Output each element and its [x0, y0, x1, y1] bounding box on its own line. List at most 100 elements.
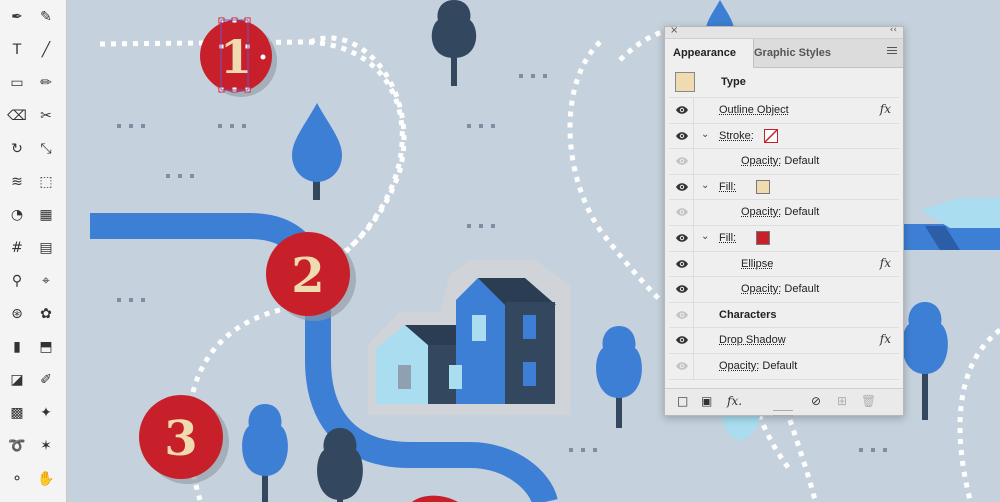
duplicate-item-icon[interactable]: ⊞ — [837, 394, 847, 408]
zoom-icon[interactable]: ⚬ — [6, 468, 28, 490]
row-label[interactable]: Drop Shadow — [719, 334, 786, 346]
row-separator — [693, 328, 694, 353]
visibility-eye-icon[interactable] — [675, 283, 689, 295]
eraser-icon[interactable]: ⌫ — [6, 105, 28, 127]
visibility-eye-icon[interactable] — [675, 309, 689, 321]
panel-title-bar[interactable]: × ‹‹ — [665, 25, 903, 39]
pattern-icon[interactable]: ▩ — [6, 402, 28, 424]
visibility-eye-icon[interactable] — [675, 181, 689, 193]
visibility-eye-icon[interactable] — [675, 232, 689, 244]
collapse-icon[interactable]: ‹‹ — [890, 25, 897, 35]
row-drop-shadow[interactable]: Drop Shadow fx — [669, 328, 899, 354]
row-outline-object[interactable]: Outline Object fx — [669, 98, 899, 124]
row-separator — [693, 123, 694, 149]
hand-icon[interactable]: ✋ — [35, 468, 57, 490]
gradient-icon[interactable]: ▤ — [35, 237, 57, 259]
type-icon[interactable]: T — [6, 39, 28, 61]
rectangle-icon[interactable]: ▭ — [6, 72, 28, 94]
visibility-eye-icon[interactable] — [675, 258, 689, 270]
add-effect-button[interactable]: fx. — [727, 394, 742, 408]
visibility-eye-icon[interactable] — [675, 360, 689, 372]
pencil-icon[interactable]: ✏ — [35, 72, 57, 94]
delete-item-icon[interactable]: 🗑 — [861, 394, 876, 408]
shape-builder-icon[interactable]: ◔ — [6, 204, 28, 226]
add-stroke-icon[interactable]: □ — [677, 394, 688, 408]
row-fill-1-opacity[interactable]: Opacity: Default — [669, 200, 899, 226]
puppet-warp-icon[interactable]: ✶ — [35, 435, 57, 457]
slice-icon[interactable]: ◪ — [6, 369, 28, 391]
row-opacity[interactable]: Opacity: Default — [669, 353, 899, 380]
panel-menu-icon[interactable] — [887, 47, 897, 57]
visibility-eye-icon[interactable] — [675, 155, 689, 167]
row-ellipse[interactable]: Ellipse fx — [669, 251, 899, 278]
row-label[interactable]: Fill: — [719, 181, 736, 193]
width-icon[interactable]: ≋ — [6, 171, 28, 193]
row-value: Default — [784, 283, 820, 296]
visibility-eye-icon[interactable] — [675, 206, 689, 218]
mesh-icon[interactable]: # — [6, 237, 28, 259]
chevron-down-icon[interactable]: ⌄ — [701, 180, 709, 191]
chevron-down-icon[interactable]: ⌄ — [701, 129, 709, 140]
tab-appearance[interactable]: Appearance — [665, 39, 754, 68]
stroke-swatch[interactable] — [764, 128, 778, 143]
close-icon[interactable]: × — [670, 25, 678, 36]
row-label[interactable]: Outline Object — [719, 104, 789, 116]
fx-icon[interactable]: fx — [880, 332, 891, 346]
tab-graphic-styles[interactable]: Graphic Styles — [746, 39, 839, 67]
row-label[interactable]: Opacity: — [741, 283, 781, 295]
row-label[interactable]: Opacity: — [741, 155, 781, 167]
artboard-icon[interactable]: ⬒ — [35, 336, 57, 358]
shaper-icon[interactable]: ✦ — [35, 402, 57, 424]
fx-icon[interactable]: fx — [880, 102, 891, 116]
panel-tabs: Appearance Graphic Styles — [665, 39, 903, 68]
fill-swatch[interactable] — [756, 179, 770, 194]
row-label[interactable]: Opacity: — [741, 206, 781, 218]
eyedropper-icon[interactable]: ⚲ — [6, 270, 28, 292]
row-separator — [693, 353, 694, 379]
row-separator — [693, 302, 694, 328]
curvature-icon[interactable]: ✎ — [35, 6, 57, 28]
row-fill-2[interactable]: ⌄ Fill: — [669, 225, 899, 252]
row-fill-1[interactable]: ⌄ Fill: — [669, 174, 899, 201]
row-label[interactable]: Stroke: — [719, 130, 754, 142]
row-label: Characters — [719, 308, 777, 321]
row-stroke[interactable]: ⌄ Stroke: — [669, 123, 899, 150]
row-fill-2-opacity[interactable]: Opacity: Default — [669, 277, 899, 303]
visibility-eye-icon[interactable] — [675, 334, 689, 346]
row-value: Default — [762, 359, 798, 372]
add-fill-icon[interactable]: ▣ — [701, 394, 712, 408]
free-transform-icon[interactable]: ⬚ — [35, 171, 57, 193]
resize-grip[interactable] — [773, 410, 793, 416]
row-separator — [693, 98, 694, 123]
graph-icon[interactable]: ▮ — [6, 336, 28, 358]
blend-icon[interactable]: ⊛ — [6, 303, 28, 325]
eraser-brush-icon[interactable]: ✐ — [35, 369, 57, 391]
line-icon[interactable]: ╱ — [35, 39, 57, 61]
fill-swatch[interactable] — [756, 230, 770, 245]
measure-icon[interactable]: ⌖ — [35, 270, 57, 292]
rotate-icon[interactable]: ↻ — [6, 138, 28, 160]
marker-1-number: 1 — [220, 30, 252, 84]
row-separator — [693, 200, 694, 225]
row-stroke-opacity[interactable]: Opacity: Default — [669, 149, 899, 175]
fx-icon[interactable]: fx — [880, 256, 891, 270]
appearance-rows: Outline Object fx ⌄ Stroke: Opacity: Default… — [669, 98, 899, 380]
perspective-icon[interactable]: ▦ — [35, 204, 57, 226]
row-characters[interactable]: Characters — [669, 302, 899, 329]
chevron-down-icon[interactable]: ⌄ — [701, 231, 709, 242]
type-thumbnail — [675, 72, 695, 92]
clear-appearance-icon[interactable]: ⊘ — [811, 394, 821, 408]
marker-3-number: 3 — [164, 411, 197, 467]
row-label[interactable]: Fill: — [719, 232, 736, 244]
symbol-sprayer-icon[interactable]: ✿ — [35, 303, 57, 325]
row-separator — [693, 174, 694, 200]
row-label[interactable]: Ellipse — [741, 258, 773, 270]
lasso-icon[interactable]: ➰ — [6, 435, 28, 457]
pen-icon[interactable]: ✒ — [6, 6, 28, 28]
row-label[interactable]: Opacity: — [719, 360, 759, 372]
scale-icon[interactable]: ⤡ — [35, 138, 57, 160]
visibility-eye-icon[interactable] — [675, 104, 689, 116]
row-separator — [693, 251, 694, 277]
visibility-eye-icon[interactable] — [675, 130, 689, 142]
scissors-icon[interactable]: ✂ — [35, 105, 57, 127]
